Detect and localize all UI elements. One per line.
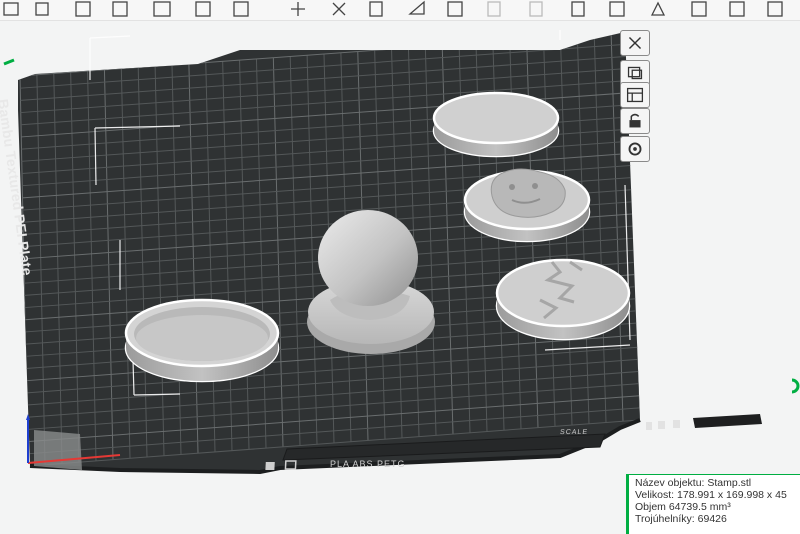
layers-icon[interactable] (195, 1, 211, 17)
assembly-icon[interactable] (691, 1, 707, 17)
plate-settings-button[interactable] (620, 136, 650, 162)
model-disc-zigzag[interactable] (495, 258, 631, 341)
cut-icon[interactable] (408, 0, 425, 15)
plate-filaments-label: PLA ABS PETG (330, 459, 406, 469)
seam-icon[interactable] (487, 1, 501, 17)
support-icon[interactable] (447, 1, 463, 17)
plate-corner-tab (34, 430, 82, 470)
top-toolbar (0, 0, 800, 21)
layout-icon (626, 87, 644, 103)
object-volume: Objem 64739.5 mm³ (635, 501, 731, 513)
add-icon[interactable] (3, 2, 19, 16)
grid-icon[interactable] (35, 2, 49, 16)
toolbar-icons (3, 0, 783, 17)
orient-plate-button[interactable] (620, 82, 650, 108)
edge-marker (791, 378, 800, 394)
orient-icon[interactable] (75, 1, 91, 17)
delete-plate-button[interactable] (620, 30, 650, 56)
model-stamp-cup[interactable] (124, 298, 280, 383)
more-icon[interactable] (767, 1, 783, 17)
plate-icon[interactable] (233, 1, 249, 17)
scale-icon[interactable] (369, 1, 383, 17)
gear-icon (628, 142, 642, 156)
text-icon[interactable] (571, 1, 585, 17)
lock-plate-button[interactable] (620, 108, 650, 134)
move-icon[interactable] (291, 2, 305, 16)
split-icon[interactable] (153, 1, 171, 17)
object-name: Název objektu: Stamp.stl (635, 477, 752, 489)
object-size: Velikost: 178.991 x 169.998 x 45 (635, 489, 787, 501)
measure-icon[interactable] (609, 1, 625, 17)
view-icon[interactable] (729, 1, 745, 17)
object-triangles: Trojúhelníky: 69426 (635, 513, 727, 525)
model-disc-plain[interactable] (432, 91, 560, 158)
rotate-icon[interactable] (332, 2, 346, 16)
color-icon[interactable] (529, 1, 543, 17)
arrange-icon[interactable] (112, 1, 128, 17)
lock-icon (629, 113, 641, 128)
plate-scale-hint: SCALE (559, 429, 589, 436)
object-info-panel: Název objektu: Stamp.stl Velikost: 178.9… (626, 474, 800, 534)
plate-right-tab (693, 414, 762, 428)
close-x-icon (628, 36, 642, 50)
plate-edge-icons (646, 420, 680, 430)
model-disc-creature[interactable] (463, 168, 591, 243)
filament-icon-a (265, 462, 275, 470)
paint-icon[interactable] (650, 1, 666, 16)
edge-marker-left (3, 58, 15, 66)
3d-viewport[interactable] (0, 0, 800, 529)
